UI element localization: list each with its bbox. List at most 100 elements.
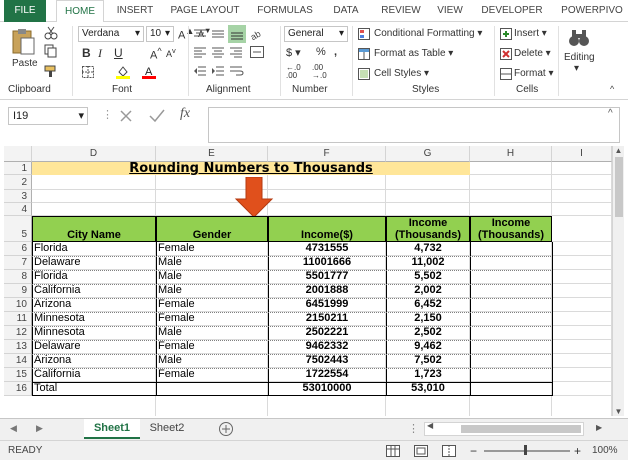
format-as-table-button[interactable]: Format as Table ▾ (374, 48, 453, 59)
empty-cell[interactable] (470, 340, 552, 354)
underline-icon[interactable]: U (114, 46, 123, 60)
copy-icon[interactable] (44, 44, 58, 58)
gender-cell[interactable]: Male (156, 326, 268, 340)
conditional-formatting-button[interactable]: Conditional Formatting ▾ (374, 28, 482, 39)
delete-cells-button[interactable]: Delete ▾ (514, 48, 551, 59)
page-layout-view-icon[interactable] (414, 445, 428, 457)
income-thousands-cell[interactable]: 7,502 (386, 354, 470, 368)
insert-cells-icon[interactable] (500, 28, 512, 40)
scroll-thumb[interactable] (461, 425, 581, 433)
gender-cell[interactable]: Female (156, 340, 268, 354)
new-sheet-icon[interactable] (218, 421, 234, 437)
income-cell[interactable]: 6451999 (268, 298, 386, 312)
percent-icon[interactable]: % (316, 46, 326, 58)
tab-view[interactable]: VIEW (432, 0, 468, 22)
empty-cell[interactable] (470, 270, 552, 284)
font-name-select[interactable]: Verdana ▾ (78, 26, 144, 42)
city-cell[interactable]: California (32, 368, 156, 382)
increase-indent-icon[interactable] (212, 65, 224, 77)
increase-decimal-icon[interactable]: ←.0.00 (286, 64, 301, 80)
borders-icon[interactable] (82, 66, 94, 78)
format-cells-icon[interactable] (500, 68, 512, 80)
header-income-thousands[interactable]: Income (Thousands) (386, 216, 470, 242)
income-thousands-cell[interactable]: 2,002 (386, 284, 470, 298)
gender-cell[interactable]: Male (156, 354, 268, 368)
bold-icon[interactable]: B (82, 46, 91, 60)
cell-styles-icon[interactable] (358, 68, 370, 80)
empty-cell[interactable] (470, 256, 552, 270)
font-color-icon[interactable]: A (142, 65, 156, 79)
sheet-tab-sheet2[interactable]: Sheet2 (142, 419, 192, 439)
income-thousands-cell[interactable]: 6,452 (386, 298, 470, 312)
empty-cell[interactable] (470, 326, 552, 340)
tab-file[interactable]: FILE (4, 0, 46, 22)
empty-cell[interactable] (470, 354, 552, 368)
zoom-in-icon[interactable]: + (574, 441, 581, 461)
paste-icon[interactable] (10, 28, 36, 56)
orientation-icon[interactable]: ab (250, 27, 264, 41)
font-size-select[interactable]: 10 ▾ (146, 26, 174, 42)
tab-powerpivot[interactable]: POWERPIVO (556, 0, 628, 22)
income-cell[interactable]: 1722554 (268, 368, 386, 382)
collapse-ribbon-icon[interactable]: ^ (610, 84, 614, 94)
city-cell[interactable]: Florida (32, 242, 156, 256)
increase-font-icon[interactable]: A▲ (178, 26, 194, 42)
format-painter-icon[interactable] (44, 64, 58, 78)
horizontal-scrollbar[interactable]: ◀ (424, 421, 584, 436)
delete-cells-icon[interactable] (500, 48, 512, 60)
tab-data[interactable]: DATA (326, 0, 366, 22)
income-cell[interactable]: 2502221 (268, 326, 386, 340)
paste-label[interactable]: Paste (12, 58, 38, 69)
gender-cell[interactable]: Female (156, 312, 268, 326)
fill-color-icon[interactable] (116, 65, 130, 79)
expand-formula-bar-icon[interactable]: ^ (608, 108, 613, 119)
income-thousands-cell[interactable]: 4,732 (386, 242, 470, 256)
scroll-down-icon[interactable]: ▼ (613, 407, 624, 416)
align-top-icon[interactable] (194, 28, 206, 40)
name-box[interactable]: I19 ▾ (8, 107, 88, 125)
scroll-thumb[interactable] (614, 157, 623, 217)
merge-center-icon[interactable] (250, 46, 264, 58)
enter-icon[interactable] (148, 108, 166, 124)
gender-cell[interactable]: Female (156, 368, 268, 382)
cut-icon[interactable] (44, 26, 58, 40)
vertical-scrollbar[interactable]: ▲ ▼ (612, 146, 624, 416)
binoculars-icon[interactable] (568, 28, 590, 48)
income-thousands-cell[interactable]: 9,462 (386, 340, 470, 354)
align-right-icon[interactable] (230, 46, 242, 58)
income-thousands-cell[interactable]: 2,502 (386, 326, 470, 340)
tab-developer[interactable]: DEVELOPER (476, 0, 548, 22)
gender-cell[interactable]: Male (156, 284, 268, 298)
zoom-slider[interactable] (484, 450, 570, 452)
normal-view-icon[interactable] (386, 445, 400, 457)
insert-function-button[interactable]: fx (180, 106, 190, 122)
insert-cells-button[interactable]: Insert ▾ (514, 28, 547, 39)
decrease-decimal-icon[interactable]: .00 →.0 (312, 64, 327, 80)
empty-cell[interactable] (470, 242, 552, 256)
editing-button[interactable]: Editing ▾ (564, 52, 595, 74)
city-cell[interactable]: California (32, 284, 156, 298)
align-left-icon[interactable] (194, 46, 206, 58)
total-thousands-cell[interactable]: 53,010 (386, 382, 470, 396)
align-bottom-icon[interactable] (228, 25, 246, 43)
tab-page-layout[interactable]: PAGE LAYOUT (166, 0, 244, 22)
header-income-thousands-empty[interactable]: Income (Thousands) (470, 216, 552, 242)
header-city[interactable]: City Name (32, 216, 156, 242)
sheet-title-cell[interactable]: Rounding Numbers to Thousands (32, 162, 470, 175)
zoom-slider-thumb[interactable] (524, 445, 527, 455)
income-cell[interactable]: 2001888 (268, 284, 386, 298)
income-thousands-cell[interactable]: 5,502 (386, 270, 470, 284)
income-cell[interactable]: 11001666 (268, 256, 386, 270)
empty-cell[interactable] (470, 298, 552, 312)
income-cell[interactable]: 5501777 (268, 270, 386, 284)
city-cell[interactable]: Delaware (32, 256, 156, 270)
sheet-prev-icon[interactable]: ◀ (10, 423, 17, 434)
conditional-formatting-icon[interactable] (358, 28, 370, 40)
tab-formulas[interactable]: FORMULAS (252, 0, 318, 22)
city-cell[interactable]: Florida (32, 270, 156, 284)
increase-font-size-icon[interactable]: A^ (150, 46, 162, 62)
currency-icon[interactable]: $ ▾ (286, 46, 301, 59)
gender-cell[interactable]: Male (156, 270, 268, 284)
align-center-icon[interactable] (212, 46, 224, 58)
header-gender[interactable]: Gender (156, 216, 268, 242)
